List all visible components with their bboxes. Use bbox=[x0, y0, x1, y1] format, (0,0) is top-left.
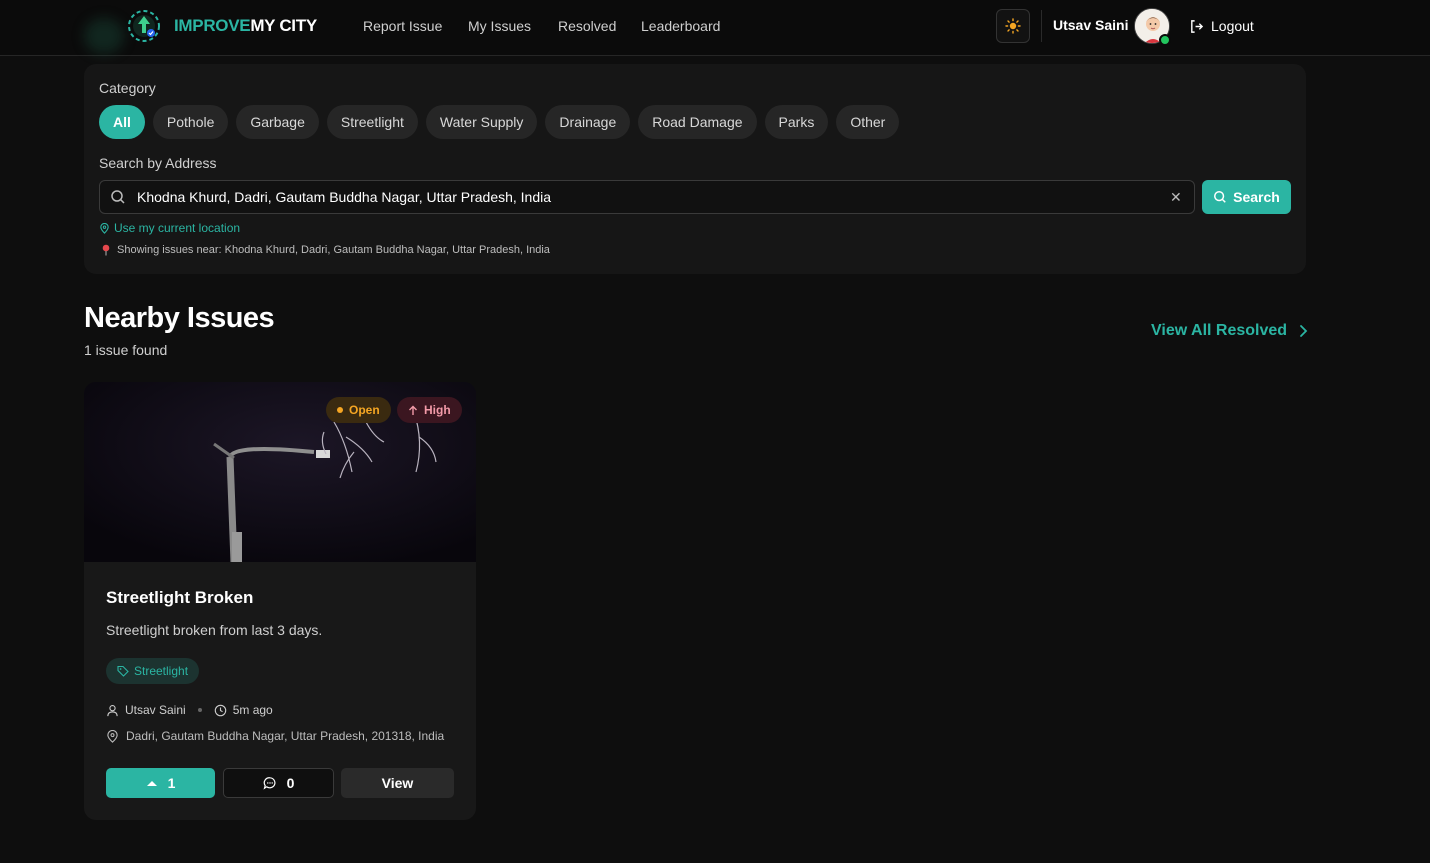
view-all-resolved-link[interactable]: View All Resolved bbox=[1151, 322, 1309, 340]
user-name[interactable]: Utsav Saini bbox=[1053, 17, 1128, 33]
status-label: Open bbox=[349, 403, 380, 417]
location-pin-icon bbox=[107, 729, 118, 743]
issue-description: Streetlight broken from last 3 days. bbox=[106, 622, 323, 638]
chip-drainage[interactable]: Drainage bbox=[545, 105, 631, 139]
search-icon bbox=[111, 190, 125, 204]
issue-address-text: Dadri, Gautam Buddha Nagar, Uttar Prades… bbox=[126, 729, 445, 743]
page-title: Nearby Issues bbox=[84, 302, 275, 334]
brand-part-2: MY CITY bbox=[250, 16, 317, 35]
nav-report-issue[interactable]: Report Issue bbox=[363, 18, 442, 34]
showing-text: Showing issues near: Khodna Khurd, Dadri… bbox=[117, 244, 550, 256]
location-pin-icon bbox=[100, 222, 109, 234]
use-location-label: Use my current location bbox=[114, 221, 241, 235]
caret-up-icon bbox=[146, 781, 157, 786]
search-button[interactable]: Search bbox=[1202, 180, 1291, 214]
comments-button[interactable]: 0 bbox=[223, 768, 334, 798]
upvote-count: 1 bbox=[167, 775, 176, 791]
city-logo-icon[interactable] bbox=[126, 8, 162, 44]
chip-water-supply[interactable]: Water Supply bbox=[425, 105, 538, 139]
chevron-right-icon bbox=[1300, 325, 1308, 337]
issue-meta: Utsav Saini 5m ago bbox=[106, 703, 273, 717]
view-issue-button[interactable]: View bbox=[341, 768, 454, 798]
chip-parks[interactable]: Parks bbox=[764, 105, 829, 139]
brand-name[interactable]: IMPROVEMY CITY bbox=[174, 16, 317, 36]
sun-icon bbox=[1005, 18, 1021, 34]
issue-time: 5m ago bbox=[232, 703, 273, 717]
brand-part-1: IMPROVE bbox=[174, 16, 251, 35]
chip-other[interactable]: Other bbox=[836, 105, 900, 139]
chip-streetlight[interactable]: Streetlight bbox=[326, 105, 418, 139]
priority-label: High bbox=[424, 403, 451, 417]
priority-badge: High bbox=[397, 397, 462, 423]
nav-leaderboard[interactable]: Leaderboard bbox=[641, 18, 720, 34]
use-current-location-link[interactable]: Use my current location bbox=[99, 221, 240, 235]
issue-author: Utsav Saini bbox=[125, 703, 186, 717]
search-button-label: Search bbox=[1233, 189, 1280, 205]
issue-card[interactable]: Open High Streetlight Broken Streetlight… bbox=[84, 382, 476, 820]
comment-icon bbox=[263, 777, 276, 790]
address-search-field: ✕ bbox=[99, 180, 1195, 214]
view-all-label: View All Resolved bbox=[1151, 322, 1288, 339]
online-status-dot bbox=[1159, 34, 1171, 46]
chip-road-damage[interactable]: Road Damage bbox=[638, 105, 757, 139]
status-dot bbox=[337, 407, 343, 413]
category-tag-label: Streetlight bbox=[134, 664, 189, 678]
issue-count: 1 issue found bbox=[84, 342, 168, 358]
address-search-input[interactable] bbox=[137, 181, 1157, 213]
arrow-up-icon bbox=[409, 405, 417, 415]
view-button-label: View bbox=[381, 775, 414, 791]
logout-icon bbox=[1191, 19, 1204, 33]
nav-resolved[interactable]: Resolved bbox=[558, 18, 616, 34]
top-navbar: IMPROVEMY CITY Report Issue My Issues Re… bbox=[0, 0, 1430, 56]
comment-count: 0 bbox=[286, 775, 295, 791]
theme-toggle-button[interactable] bbox=[996, 9, 1030, 43]
chip-pothole[interactable]: Pothole bbox=[152, 105, 229, 139]
category-chips: All Pothole Garbage Streetlight Water Su… bbox=[99, 105, 900, 139]
tag-icon bbox=[117, 665, 129, 677]
clear-search-icon[interactable]: ✕ bbox=[1170, 190, 1184, 204]
category-label: Category bbox=[99, 80, 156, 96]
category-tag: Streetlight bbox=[106, 658, 200, 684]
red-pin-icon bbox=[102, 244, 110, 256]
user-icon bbox=[107, 704, 118, 716]
filter-panel: Category All Pothole Garbage Streetlight… bbox=[84, 64, 1306, 274]
chip-garbage[interactable]: Garbage bbox=[236, 105, 319, 139]
logo-glow bbox=[84, 18, 124, 54]
issue-title[interactable]: Streetlight Broken bbox=[106, 588, 253, 608]
search-icon bbox=[1214, 191, 1226, 203]
issue-address: Dadri, Gautam Buddha Nagar, Uttar Prades… bbox=[106, 729, 444, 743]
clock-icon bbox=[214, 704, 226, 716]
upvote-button[interactable]: 1 bbox=[106, 768, 215, 798]
showing-location-text: Showing issues near: Khodna Khurd, Dadri… bbox=[101, 244, 550, 256]
logout-button[interactable]: Logout bbox=[1189, 18, 1254, 34]
logout-label: Logout bbox=[1211, 18, 1254, 34]
meta-separator bbox=[197, 708, 202, 712]
nav-divider bbox=[1041, 10, 1042, 42]
status-badge: Open bbox=[326, 397, 391, 423]
chip-all[interactable]: All bbox=[99, 105, 145, 139]
search-label: Search by Address bbox=[99, 155, 217, 171]
nav-my-issues[interactable]: My Issues bbox=[468, 18, 531, 34]
